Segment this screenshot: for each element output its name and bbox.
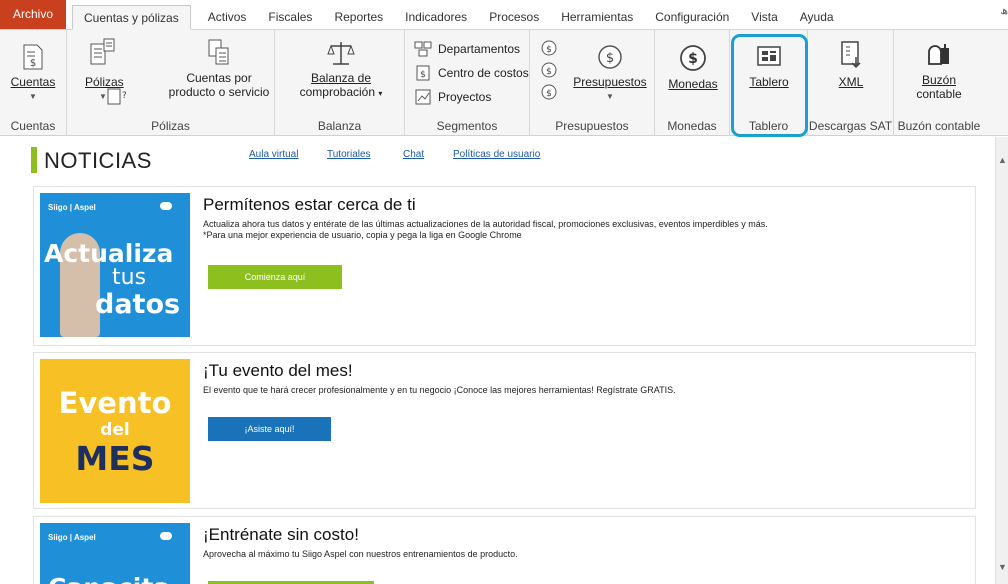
- group-label-polizas: Pólizas: [151, 119, 190, 133]
- polizas-icon: [90, 38, 115, 65]
- group-descargas-sat: XML Descargas SAT: [808, 30, 894, 136]
- tab-procesos[interactable]: Procesos: [478, 5, 550, 29]
- group-tablero: Tablero Tablero: [730, 30, 808, 136]
- scale-icon: [327, 42, 355, 65]
- tab-fiscales[interactable]: Fiscales: [257, 5, 323, 29]
- group-polizas: Pólizas ▼ ? Cuentas por producto o servi…: [67, 30, 275, 136]
- news-accent-bar: [31, 147, 37, 173]
- budget-icon: $: [598, 45, 622, 69]
- svg-text:$: $: [546, 89, 552, 99]
- products-icon: [208, 39, 229, 65]
- news-title: NOTICIAS: [44, 148, 152, 173]
- balanza-button[interactable]: Balanza de comprobación ▾: [289, 40, 393, 101]
- polizas-extra-icon[interactable]: ?: [103, 88, 129, 109]
- centro-de-costos-button[interactable]: $ Centro de costos: [414, 65, 529, 81]
- svg-text:$: $: [606, 51, 614, 66]
- group-presupuestos: $ $ $ $ Presupuestos ▼ Presupuestos: [530, 30, 655, 136]
- image-brand-logo: Siigo | Aspel: [48, 533, 96, 542]
- card-description: El evento que te hará crecer profesional…: [203, 385, 676, 395]
- actualiza-datos-image[interactable]: Siigo | Aspel Actualiza tus datos: [40, 193, 190, 337]
- group-label-buzon-contable: Buzón contable: [897, 119, 981, 133]
- group-label-monedas: Monedas: [667, 119, 717, 133]
- cost-center-icon: $: [416, 65, 430, 81]
- image-brand-logo: Siigo | Aspel: [48, 203, 96, 212]
- group-segmentos: Departamentos $ Centro de costos Proyect…: [405, 30, 530, 136]
- presupuestos-button[interactable]: $ Presupuestos ▼: [568, 44, 652, 104]
- evento-del-mes-image[interactable]: Evento del MES: [40, 359, 190, 503]
- svg-text:?: ?: [122, 91, 126, 101]
- ribbon: $ Cuentas ▼ Cuentas Pólizas ▼ ? Cuentas …: [0, 30, 1008, 136]
- monedas-button[interactable]: $ Monedas: [661, 44, 725, 91]
- projects-icon: [415, 89, 431, 105]
- scroll-down-icon[interactable]: ▼: [998, 562, 1007, 572]
- vertical-scrollbar[interactable]: ▲ ▼: [995, 137, 1008, 584]
- tab-activos[interactable]: Activos: [197, 5, 258, 29]
- tab-cuentas-y-polizas[interactable]: Cuentas y pólizas: [72, 5, 191, 30]
- tab-vista[interactable]: Vista: [740, 5, 788, 29]
- svg-text:$: $: [688, 51, 698, 67]
- capacita-image[interactable]: Siigo | Aspel Capacita: [40, 523, 190, 584]
- group-monedas: $ Monedas Monedas: [655, 30, 730, 136]
- group-balanza: Balanza de comprobación ▾ Balanza: [275, 30, 405, 136]
- link-tutoriales[interactable]: Tutoriales: [327, 149, 371, 160]
- dashboard-icon: [757, 46, 781, 66]
- tablero-button[interactable]: Tablero: [738, 44, 800, 89]
- chevron-down-icon: ▼: [606, 92, 614, 101]
- svg-text:$: $: [420, 70, 426, 80]
- departamentos-button[interactable]: Departamentos: [414, 41, 520, 57]
- news-card-entrenate: Siigo | Aspel Capacita ¡Entrénate sin co…: [33, 516, 976, 584]
- news-panel: NOTICIAS Aula virtual Tutoriales Chat Po…: [0, 137, 995, 584]
- group-label-balanza: Balanza: [317, 119, 362, 133]
- card-title: ¡Tu evento del mes!: [203, 361, 353, 380]
- currency-icon: $: [680, 45, 706, 71]
- link-politicas-de-usuario[interactable]: Políticas de usuario: [453, 149, 540, 160]
- svg-text:$: $: [546, 67, 552, 77]
- mailbox-icon: [928, 44, 949, 65]
- tab-archivo[interactable]: Archivo: [0, 0, 67, 29]
- proyectos-button[interactable]: Proyectos: [414, 89, 491, 105]
- group-label-descargas-sat: Descargas SAT: [808, 119, 893, 133]
- asiste-aqui-button[interactable]: ¡Asiste aquí!: [208, 417, 331, 441]
- cuentas-por-producto-button[interactable]: Cuentas por producto o servicio: [163, 38, 275, 99]
- link-aula-virtual[interactable]: Aula virtual: [249, 149, 298, 160]
- comienza-aqui-button[interactable]: Comienza aquí: [208, 265, 342, 289]
- card-title: ¡Entrénate sin costo!: [203, 525, 359, 544]
- cuentas-icon: $: [23, 44, 43, 70]
- svg-text:$: $: [30, 58, 36, 69]
- group-label-segmentos: Segmentos: [436, 119, 498, 133]
- card-title: Permítenos estar cerca de ti: [203, 195, 416, 214]
- group-cuentas: $ Cuentas ▼ Cuentas: [0, 30, 67, 136]
- news-card-actualiza: Siigo | Aspel Actualiza tus datos Permít…: [33, 186, 976, 346]
- xml-download-icon: [841, 41, 861, 69]
- card-description: Aprovecha al máximo tu Siigo Aspel con n…: [203, 549, 518, 559]
- tab-ayuda[interactable]: Ayuda: [789, 5, 845, 29]
- buzon-contable-button[interactable]: Buzón contable: [904, 42, 974, 101]
- departments-icon: [414, 41, 432, 57]
- group-label-cuentas: Cuentas: [10, 119, 56, 133]
- chevron-down-icon: ▼: [29, 92, 37, 101]
- link-chat[interactable]: Chat: [403, 149, 424, 160]
- help-icon[interactable]: ھ: [1000, 4, 1008, 17]
- news-card-evento: Evento del MES ¡Tu evento del mes! El ev…: [33, 352, 976, 509]
- group-label-tablero: Tablero: [748, 119, 789, 133]
- group-buzon-contable: Buzón contable Buzón contable: [894, 30, 984, 136]
- ribbon-tab-bar: Archivo Cuentas y pólizas Activos Fiscal…: [0, 0, 1008, 30]
- svg-text:$: $: [546, 45, 552, 55]
- tab-herramientas[interactable]: Herramientas: [550, 5, 644, 29]
- coin-stack-icon: $ $ $: [541, 40, 557, 100]
- tab-indicadores[interactable]: Indicadores: [394, 5, 478, 29]
- tab-reportes[interactable]: Reportes: [323, 5, 394, 29]
- group-label-presupuestos: Presupuestos: [555, 119, 629, 133]
- card-description: Actualiza ahora tus datos y entérate de …: [203, 219, 768, 240]
- tab-configuracion[interactable]: Configuración: [644, 5, 740, 29]
- xml-button[interactable]: XML: [818, 40, 884, 89]
- scroll-up-icon[interactable]: ▲: [998, 155, 1007, 165]
- cuentas-button[interactable]: $ Cuentas ▼: [4, 44, 62, 104]
